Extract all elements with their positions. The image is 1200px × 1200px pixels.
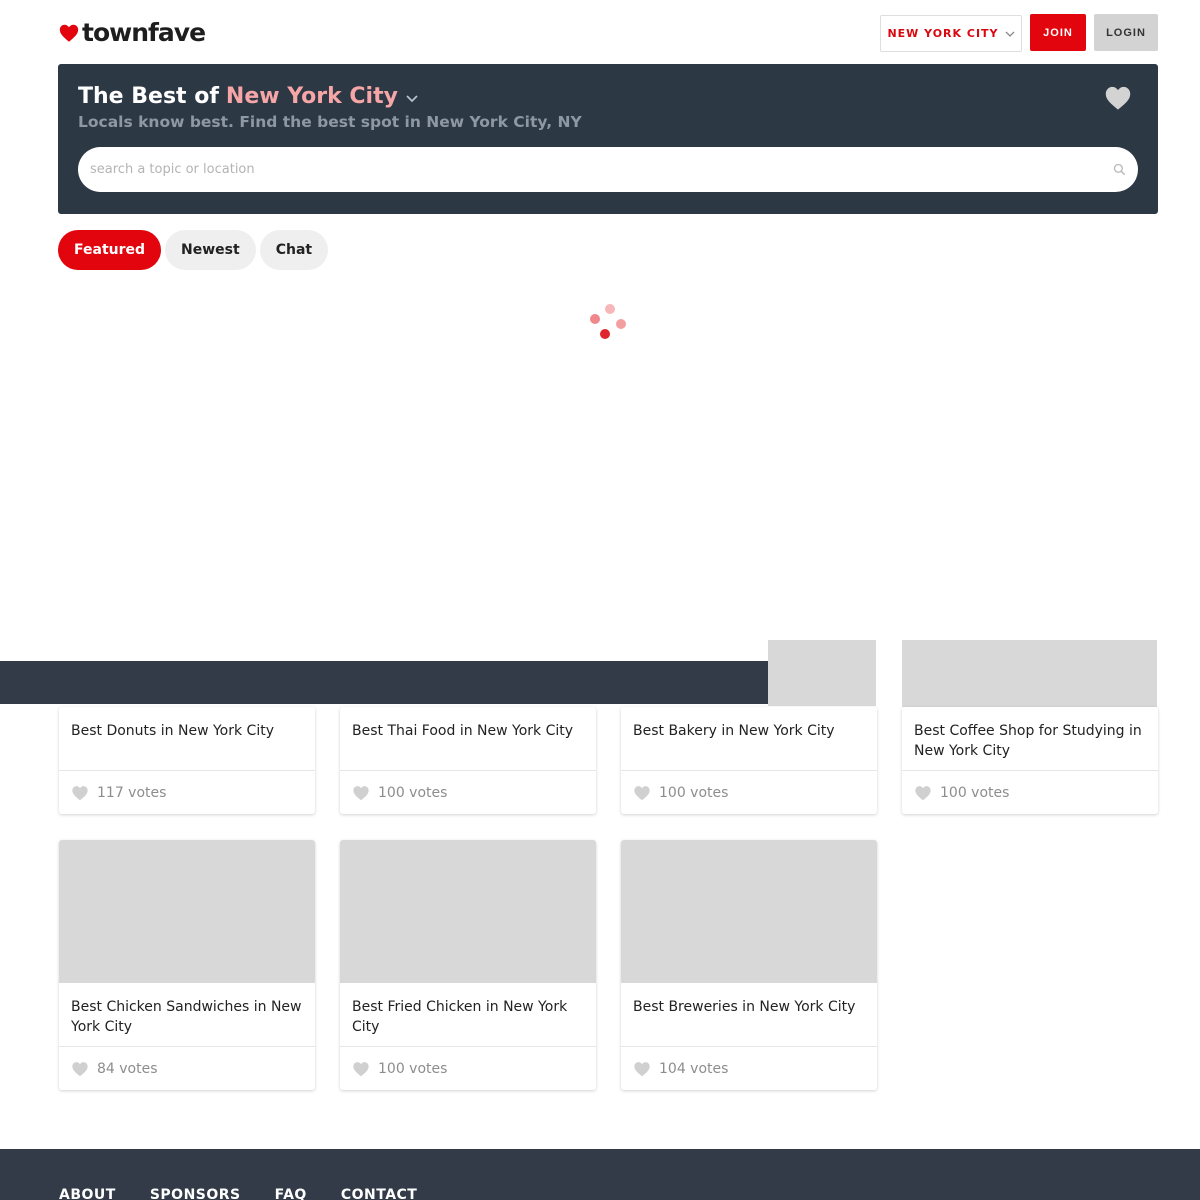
hero-title: The Best of New York City xyxy=(78,84,419,109)
card-image-placeholder[interactable] xyxy=(340,840,596,983)
topic-card[interactable]: Best Donuts in New York City 117 votes xyxy=(59,707,315,814)
search-input[interactable] xyxy=(90,147,1100,192)
spinner-dot xyxy=(616,319,626,329)
vote-heart-icon[interactable] xyxy=(352,1061,370,1077)
card-votes: 117 votes xyxy=(59,771,315,814)
hero-title-prefix: The Best of xyxy=(78,84,219,109)
hero-subtitle: Locals know best. Find the best spot in … xyxy=(78,113,582,131)
topic-card[interactable]: Best Fried Chicken in New York City 100 … xyxy=(340,840,596,1090)
topic-card[interactable]: Best Thai Food in New York City 100 vote… xyxy=(340,707,596,814)
vote-count: 100 votes xyxy=(378,784,448,801)
card-title[interactable]: Best Coffee Shop for Studying in New Yor… xyxy=(902,707,1158,771)
townfave-logo[interactable]: townfave xyxy=(58,18,206,48)
content-tabs: Featured Newest Chat xyxy=(58,230,329,270)
topic-card[interactable]: Best Chicken Sandwiches in New York City… xyxy=(59,840,315,1090)
card-image-placeholder[interactable] xyxy=(621,840,877,983)
footer-link-contact[interactable]: CONTACT xyxy=(341,1187,418,1200)
city-select-label: NEW YORK CITY xyxy=(887,27,999,40)
join-button[interactable]: JOIN xyxy=(1030,14,1086,51)
login-button[interactable]: LOGIN xyxy=(1094,14,1158,51)
tab-newest[interactable]: Newest xyxy=(165,230,256,270)
vote-count: 100 votes xyxy=(940,784,1010,801)
card-title[interactable]: Best Chicken Sandwiches in New York City xyxy=(59,983,315,1047)
tab-featured[interactable]: Featured xyxy=(58,230,162,270)
card-votes: 100 votes xyxy=(340,771,596,814)
city-select[interactable]: NEW YORK CITY xyxy=(880,15,1022,52)
vote-count: 100 votes xyxy=(378,1060,448,1077)
spinner-dot xyxy=(600,329,610,339)
vote-count: 117 votes xyxy=(97,784,167,801)
card-title[interactable]: Best Thai Food in New York City xyxy=(340,707,596,771)
promo-band xyxy=(0,661,768,704)
vote-count: 84 votes xyxy=(97,1060,158,1077)
vote-heart-icon[interactable] xyxy=(352,785,370,801)
footer-links: ABOUT SPONSORS FAQ CONTACT xyxy=(59,1187,417,1200)
card-title[interactable]: Best Fried Chicken in New York City xyxy=(340,983,596,1047)
vote-heart-icon[interactable] xyxy=(71,785,89,801)
spinner-dot xyxy=(605,304,615,314)
card-title[interactable]: Best Breweries in New York City xyxy=(621,983,877,1047)
card-image-placeholder[interactable] xyxy=(768,640,876,706)
card-votes: 104 votes xyxy=(621,1047,877,1090)
vote-count: 104 votes xyxy=(659,1060,729,1077)
top-bar: townfave NEW YORK CITY JOIN LOGIN xyxy=(0,0,1200,64)
footer: ABOUT SPONSORS FAQ CONTACT xyxy=(0,1149,1200,1200)
logo-text: townfave xyxy=(82,18,206,47)
loading-spinner xyxy=(585,300,630,342)
search-box xyxy=(78,147,1138,192)
vote-heart-icon[interactable] xyxy=(71,1061,89,1077)
footer-link-about[interactable]: ABOUT xyxy=(59,1187,116,1200)
card-votes: 100 votes xyxy=(621,771,877,814)
vote-count: 100 votes xyxy=(659,784,729,801)
chevron-down-icon xyxy=(1005,31,1014,37)
card-title[interactable]: Best Donuts in New York City xyxy=(59,707,315,771)
vote-heart-icon[interactable] xyxy=(633,785,651,801)
card-title[interactable]: Best Bakery in New York City xyxy=(621,707,877,771)
card-votes: 100 votes xyxy=(340,1047,596,1090)
logo-heart-icon xyxy=(59,24,79,42)
footer-link-faq[interactable]: FAQ xyxy=(275,1187,307,1200)
card-votes: 84 votes xyxy=(59,1047,315,1090)
hero-panel: The Best of New York City Locals know be… xyxy=(58,64,1158,214)
topic-card[interactable]: Best Breweries in New York City 104 vote… xyxy=(621,840,877,1090)
card-image-placeholder[interactable] xyxy=(59,840,315,983)
card-image-placeholder[interactable] xyxy=(902,640,1157,707)
spinner-dot xyxy=(590,314,600,324)
hero-city-link[interactable]: New York City xyxy=(226,84,398,109)
card-votes: 100 votes xyxy=(902,771,1158,814)
topic-card[interactable]: Best Coffee Shop for Studying in New Yor… xyxy=(902,707,1158,814)
footer-link-sponsors[interactable]: SPONSORS xyxy=(150,1187,241,1200)
vote-heart-icon[interactable] xyxy=(633,1061,651,1077)
chevron-down-icon[interactable] xyxy=(405,91,419,105)
topic-card[interactable]: Best Bakery in New York City 100 votes xyxy=(621,707,877,814)
favorite-heart-icon[interactable] xyxy=(1104,85,1132,111)
search-icon[interactable] xyxy=(1113,163,1126,176)
vote-heart-icon[interactable] xyxy=(914,785,932,801)
tab-chat[interactable]: Chat xyxy=(259,230,329,270)
